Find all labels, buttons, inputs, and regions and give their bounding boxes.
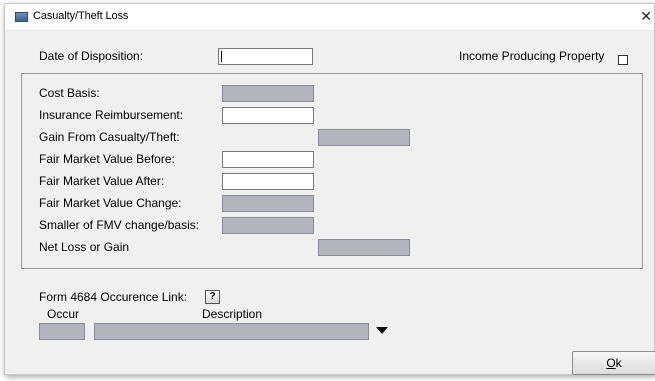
occur-field xyxy=(39,323,85,340)
fmv-before-label: Fair Market Value Before: xyxy=(39,152,175,166)
fmv-change-field xyxy=(222,195,314,212)
close-icon[interactable]: ✕ xyxy=(640,8,652,25)
net-loss-or-gain-field xyxy=(318,239,410,256)
casualty-theft-loss-dialog: Casualty/Theft Loss ✕ Date of Dispositio… xyxy=(4,3,655,375)
chevron-down-icon[interactable] xyxy=(376,327,388,334)
net-loss-or-gain-label: Net Loss or Gain xyxy=(39,240,130,254)
smaller-of-fmv-change-basis-label: Smaller of FMV change/basis: xyxy=(39,218,200,232)
help-button[interactable]: ? xyxy=(205,290,220,304)
ok-button-label-rest: k xyxy=(615,356,622,370)
title-bar: Casualty/Theft Loss ✕ xyxy=(5,4,654,31)
description-dropdown[interactable] xyxy=(94,323,369,340)
income-producing-property-label: Income Producing Property xyxy=(459,49,605,63)
fmv-after-input[interactable] xyxy=(222,173,314,190)
occur-column-header: Occur xyxy=(47,307,80,321)
income-producing-property-checkbox[interactable] xyxy=(618,55,628,65)
fmv-after-label: Fair Market Value After: xyxy=(39,174,165,188)
smaller-of-fmv-change-basis-field xyxy=(222,217,314,234)
window-title: Casualty/Theft Loss xyxy=(33,10,129,22)
window-icon xyxy=(15,12,28,22)
ok-button[interactable]: Ok xyxy=(572,351,655,375)
gain-from-casualty-field xyxy=(318,129,410,146)
insurance-reimbursement-label: Insurance Reimbursement: xyxy=(39,108,184,122)
fmv-before-input[interactable] xyxy=(222,151,314,168)
form-4684-occurence-link-label: Form 4684 Occurence Link: xyxy=(39,290,188,304)
date-of-disposition-label: Date of Disposition: xyxy=(39,49,144,63)
gain-from-casualty-label: Gain From Casualty/Theft: xyxy=(39,130,180,144)
cost-basis-field xyxy=(222,85,314,102)
date-of-disposition-input[interactable] xyxy=(218,48,313,65)
fmv-change-label: Fair Market Value Change: xyxy=(39,196,182,210)
description-column-header: Description xyxy=(202,307,263,321)
cost-basis-label: Cost Basis: xyxy=(39,86,100,100)
insurance-reimbursement-input[interactable] xyxy=(222,107,314,124)
ok-button-mnemonic: O xyxy=(606,356,616,370)
